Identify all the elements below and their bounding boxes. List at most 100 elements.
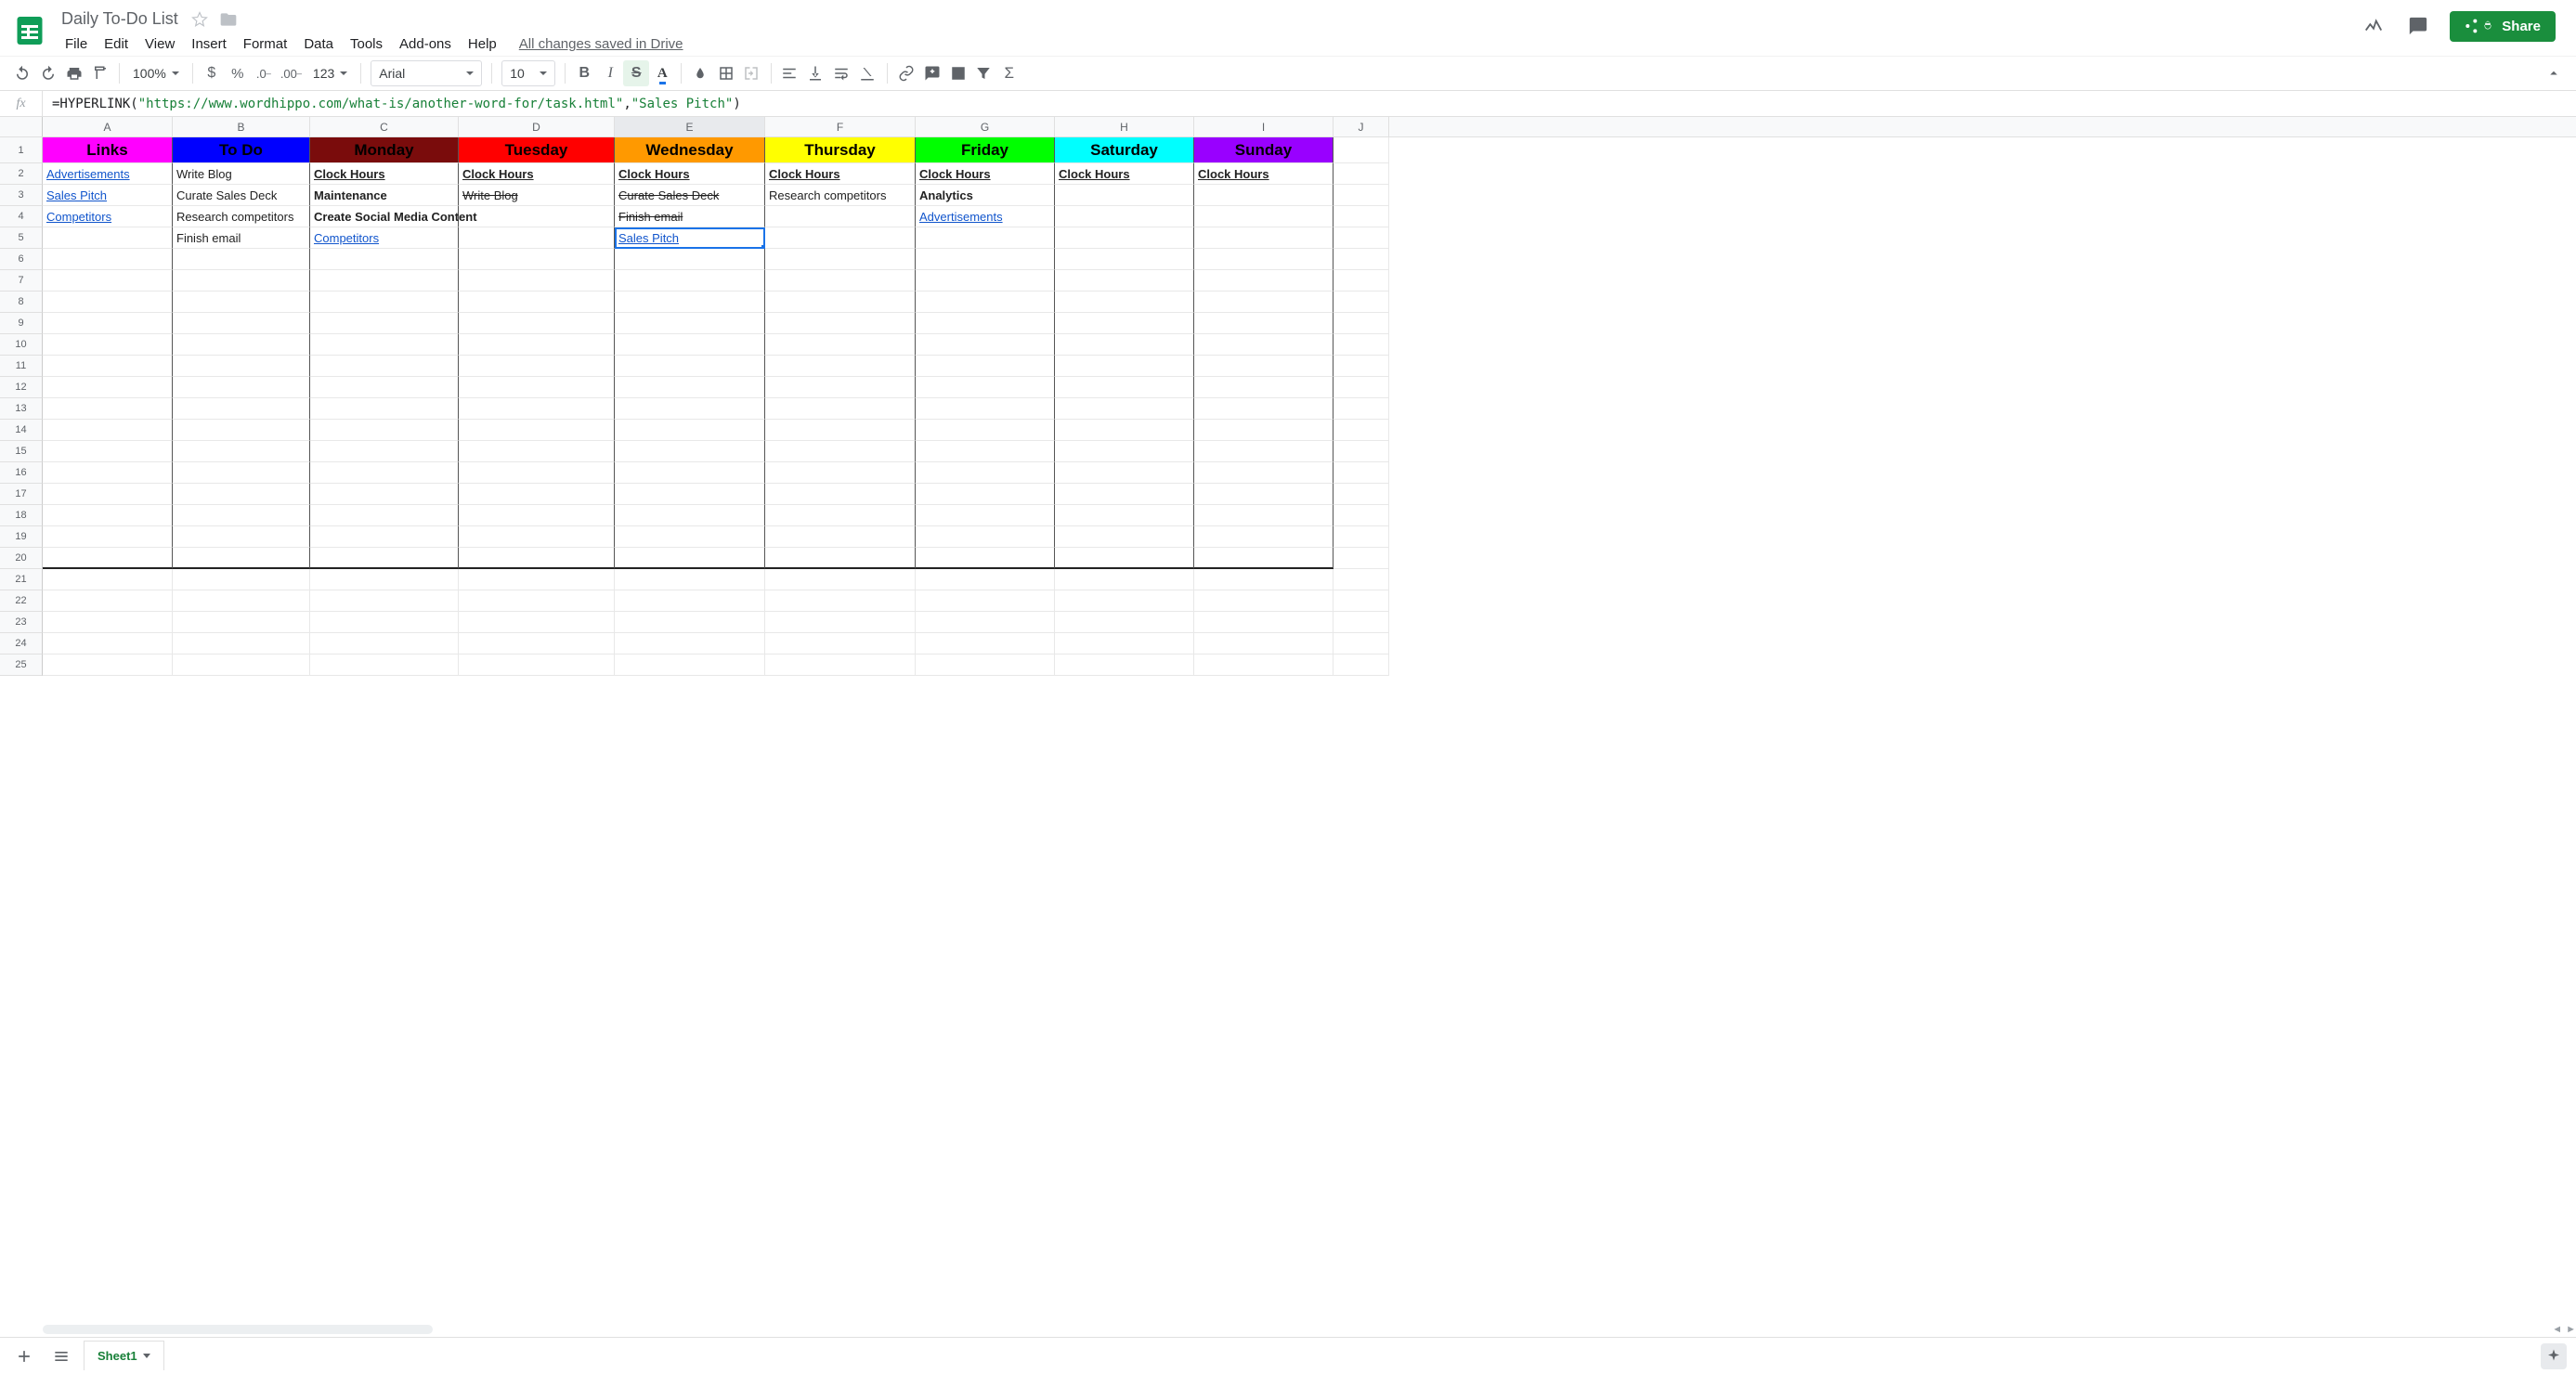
- cell-H1[interactable]: Saturday: [1055, 137, 1194, 163]
- cell-J17[interactable]: [1334, 484, 1389, 505]
- cell-E25[interactable]: [615, 655, 765, 676]
- cell-F25[interactable]: [765, 655, 916, 676]
- cell-E21[interactable]: [615, 569, 765, 590]
- row-header[interactable]: 5: [0, 227, 43, 249]
- cell-F23[interactable]: [765, 612, 916, 633]
- cell-F14[interactable]: [765, 420, 916, 441]
- cell-A11[interactable]: [43, 356, 173, 377]
- cell-A19[interactable]: [43, 526, 173, 548]
- cell-C22[interactable]: [310, 590, 459, 612]
- cell-G2[interactable]: Clock Hours: [916, 163, 1055, 185]
- cell-H13[interactable]: [1055, 398, 1194, 420]
- row-header[interactable]: 1: [0, 137, 43, 163]
- cell-I19[interactable]: [1194, 526, 1334, 548]
- cell-H7[interactable]: [1055, 270, 1194, 292]
- cell-A25[interactable]: [43, 655, 173, 676]
- cell-E7[interactable]: [615, 270, 765, 292]
- cell-H22[interactable]: [1055, 590, 1194, 612]
- cell-J15[interactable]: [1334, 441, 1389, 462]
- cell-H16[interactable]: [1055, 462, 1194, 484]
- cell-A13[interactable]: [43, 398, 173, 420]
- cell-J3[interactable]: [1334, 185, 1389, 206]
- cell-J20[interactable]: [1334, 548, 1389, 569]
- cell-I23[interactable]: [1194, 612, 1334, 633]
- cell-B22[interactable]: [173, 590, 310, 612]
- cell-I2[interactable]: Clock Hours: [1194, 163, 1334, 185]
- cell-E16[interactable]: [615, 462, 765, 484]
- cell-A15[interactable]: [43, 441, 173, 462]
- undo-icon[interactable]: [9, 60, 35, 86]
- cell-D10[interactable]: [459, 334, 615, 356]
- cell-A18[interactable]: [43, 505, 173, 526]
- cell-B11[interactable]: [173, 356, 310, 377]
- font-select[interactable]: Arial: [371, 60, 482, 86]
- cell-D12[interactable]: [459, 377, 615, 398]
- menu-insert[interactable]: Insert: [184, 32, 234, 56]
- explore-icon[interactable]: [2541, 1343, 2567, 1369]
- cell-J24[interactable]: [1334, 633, 1389, 655]
- cell-B5[interactable]: Finish email: [173, 227, 310, 249]
- cell-A12[interactable]: [43, 377, 173, 398]
- cell-E11[interactable]: [615, 356, 765, 377]
- cell-E4[interactable]: Finish email: [615, 206, 765, 227]
- cell-D4[interactable]: [459, 206, 615, 227]
- cell-D20[interactable]: [459, 548, 615, 569]
- cell-C14[interactable]: [310, 420, 459, 441]
- cell-I14[interactable]: [1194, 420, 1334, 441]
- insert-comment-icon[interactable]: [919, 60, 945, 86]
- row-header[interactable]: 22: [0, 590, 43, 612]
- cell-E5[interactable]: Sales Pitch: [615, 227, 765, 249]
- cell-F6[interactable]: [765, 249, 916, 270]
- cell-D7[interactable]: [459, 270, 615, 292]
- cell-H10[interactable]: [1055, 334, 1194, 356]
- bold-icon[interactable]: B: [571, 60, 597, 86]
- cell-J22[interactable]: [1334, 590, 1389, 612]
- wrap-icon[interactable]: [829, 60, 855, 86]
- cell-G8[interactable]: [916, 292, 1055, 313]
- cell-G19[interactable]: [916, 526, 1055, 548]
- cell-A7[interactable]: [43, 270, 173, 292]
- col-header-I[interactable]: I: [1194, 117, 1334, 136]
- cell-F3[interactable]: Research competitors: [765, 185, 916, 206]
- cell-G20[interactable]: [916, 548, 1055, 569]
- cell-A5[interactable]: [43, 227, 173, 249]
- cell-D6[interactable]: [459, 249, 615, 270]
- cell-B15[interactable]: [173, 441, 310, 462]
- cell-F9[interactable]: [765, 313, 916, 334]
- cell-E18[interactable]: [615, 505, 765, 526]
- cell-J19[interactable]: [1334, 526, 1389, 548]
- cell-B2[interactable]: Write Blog: [173, 163, 310, 185]
- cell-G5[interactable]: [916, 227, 1055, 249]
- font-size-select[interactable]: 10: [501, 60, 555, 86]
- cell-J23[interactable]: [1334, 612, 1389, 633]
- cell-H12[interactable]: [1055, 377, 1194, 398]
- decrease-decimal-icon[interactable]: .0_: [251, 60, 277, 86]
- cell-D5[interactable]: [459, 227, 615, 249]
- menu-format[interactable]: Format: [236, 32, 295, 56]
- cell-I3[interactable]: [1194, 185, 1334, 206]
- cell-D11[interactable]: [459, 356, 615, 377]
- drive-save-status[interactable]: All changes saved in Drive: [519, 36, 683, 52]
- cell-A21[interactable]: [43, 569, 173, 590]
- cell-J11[interactable]: [1334, 356, 1389, 377]
- cell-D2[interactable]: Clock Hours: [459, 163, 615, 185]
- cell-G3[interactable]: Analytics: [916, 185, 1055, 206]
- cell-H11[interactable]: [1055, 356, 1194, 377]
- cell-I5[interactable]: [1194, 227, 1334, 249]
- cell-A2[interactable]: Advertisements: [43, 163, 173, 185]
- v-align-icon[interactable]: [803, 60, 829, 86]
- cell-F8[interactable]: [765, 292, 916, 313]
- currency-icon[interactable]: $: [199, 60, 225, 86]
- cell-F22[interactable]: [765, 590, 916, 612]
- cell-J25[interactable]: [1334, 655, 1389, 676]
- horizontal-scrollbar[interactable]: ◄►: [0, 1322, 2576, 1337]
- cell-B24[interactable]: [173, 633, 310, 655]
- cell-A1[interactable]: Links: [43, 137, 173, 163]
- cell-B17[interactable]: [173, 484, 310, 505]
- cell-A4[interactable]: Competitors: [43, 206, 173, 227]
- scroll-left-icon[interactable]: ◄: [2552, 1324, 2562, 1335]
- row-header[interactable]: 4: [0, 206, 43, 227]
- row-header[interactable]: 23: [0, 612, 43, 633]
- cell-D3[interactable]: Write Blog: [459, 185, 615, 206]
- cell-I16[interactable]: [1194, 462, 1334, 484]
